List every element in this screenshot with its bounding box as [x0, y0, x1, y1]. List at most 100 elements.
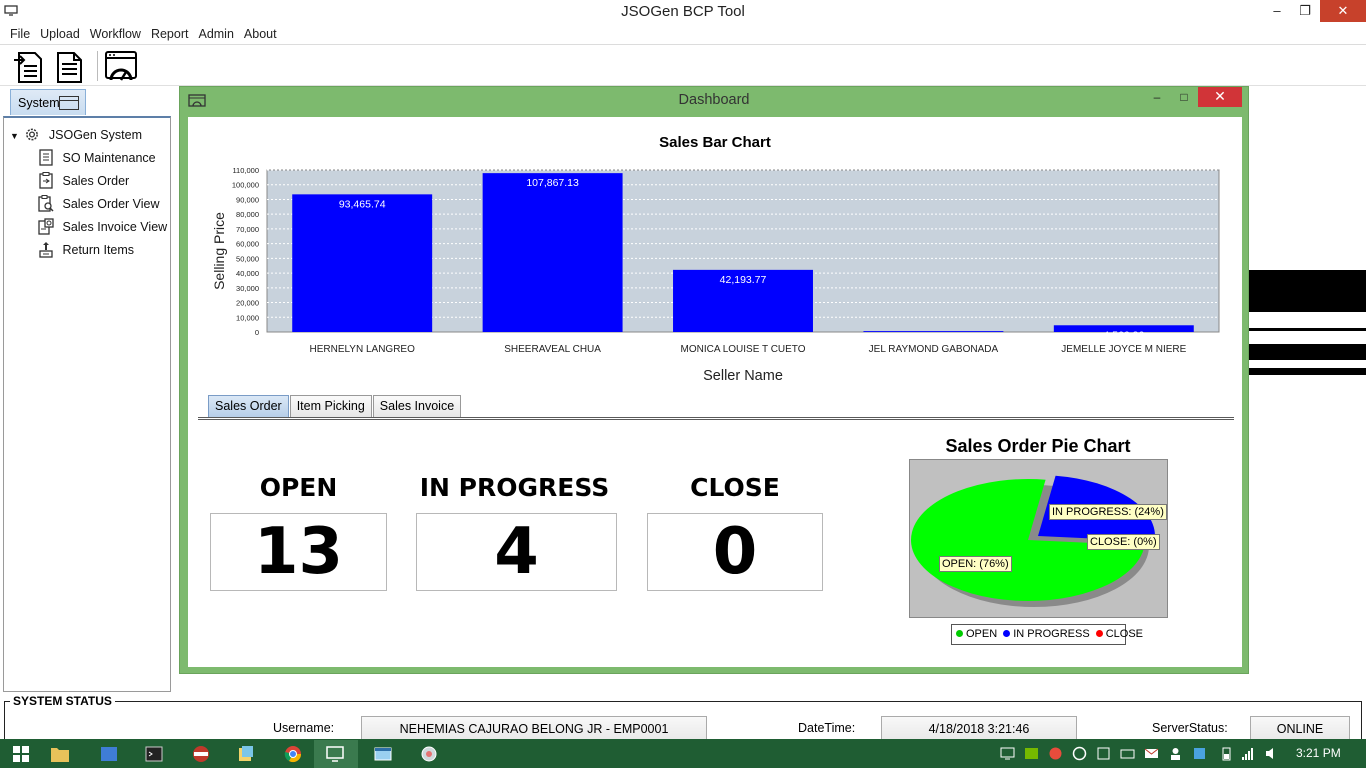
tray-display-icon[interactable] [1000, 746, 1015, 761]
y-tick-label: 100,000 [232, 181, 259, 190]
tray-network-app-icon[interactable] [1192, 746, 1207, 761]
volume-icon[interactable] [1264, 746, 1279, 761]
import-document-icon[interactable] [13, 50, 47, 84]
taskbar-app-round[interactable] [180, 740, 224, 768]
taskbar-app-blue[interactable] [88, 740, 132, 768]
maximize-button[interactable]: ❐ [1290, 0, 1320, 22]
pie-label-in-progress: IN PROGRESS: (24%) [1049, 504, 1167, 520]
y-tick-label: 60,000 [236, 240, 259, 249]
toolbar-separator [97, 51, 98, 81]
close-label: CLOSE [690, 473, 780, 502]
y-tick-label: 30,000 [236, 284, 259, 293]
y-tick-label: 10,000 [236, 313, 259, 322]
menu-file[interactable]: File [5, 25, 35, 44]
sidebar-item-label: Sales Order [62, 174, 130, 188]
open-count: 13 [210, 513, 387, 591]
tree-root-jsogen-system[interactable]: ▼ JSOGen System [10, 126, 142, 143]
y-tick-label: 110,000 [232, 166, 259, 175]
open-label: OPEN [259, 473, 338, 502]
dashboard-minimize-button[interactable]: – [1147, 90, 1167, 106]
legend-open: OPEN [966, 628, 998, 640]
taskbar-clock[interactable]: 3:21 PM [1296, 746, 1341, 760]
taskbar-app-window[interactable] [362, 740, 406, 768]
tray-user-icon[interactable] [1168, 746, 1183, 761]
y-axis-label: Selling Price [211, 212, 227, 290]
legend-swatch-in-progress [1003, 630, 1011, 637]
dashboard-close-button[interactable]: ✕ [1198, 87, 1242, 107]
tray-app-icon[interactable] [1048, 746, 1063, 761]
menu-about[interactable]: About [239, 25, 282, 44]
bar-data-label: 42,193.77 [720, 274, 767, 286]
sidebar-item-return-items[interactable]: Return Items [38, 241, 134, 258]
tree-expand-icon[interactable]: ▼ [10, 131, 19, 141]
menu-workflow[interactable]: Workflow [85, 25, 146, 44]
menu-upload[interactable]: Upload [35, 25, 85, 44]
tab-item-picking[interactable]: Item Picking [289, 395, 372, 418]
system-tree: ▼ JSOGen System SO Maintenance Sales Ord… [3, 116, 171, 692]
dashboard-content: Sales Bar Chart 0 10,000 20,000 30,000 40,00… [188, 117, 1242, 667]
bar-1 [482, 173, 623, 332]
tab-sales-order[interactable]: Sales Order [208, 395, 289, 418]
background-stripe [1249, 328, 1366, 331]
y-tick-label: 90,000 [236, 195, 259, 204]
y-tick-label: 50,000 [236, 254, 259, 263]
menu-bar: File Upload Workflow Report Admin About [0, 25, 1366, 45]
tray-tools-icon[interactable] [1096, 746, 1111, 761]
menu-admin[interactable]: Admin [193, 25, 238, 44]
dashboard-gauge-icon[interactable] [104, 50, 138, 84]
tab-divider [198, 417, 1234, 420]
tray-keyboard-icon[interactable] [1120, 746, 1135, 761]
bar-0 [292, 194, 433, 332]
windows-logo-icon [13, 746, 29, 762]
tab-sales-invoice[interactable]: Sales Invoice [372, 395, 462, 418]
document-list-icon [39, 149, 53, 166]
taskbar-chrome[interactable] [272, 740, 316, 768]
return-items-icon [39, 242, 53, 258]
legend-close: CLOSE [1105, 628, 1144, 640]
sidebar-item-sales-order[interactable]: Sales Order [38, 172, 129, 189]
sidebar-item-sales-invoice-view[interactable]: Sales Invoice View [38, 218, 167, 235]
y-tick-label: 20,000 [236, 299, 259, 308]
in-progress-count: 4 [416, 513, 617, 591]
bar-data-label: 93,465.74 [339, 198, 386, 210]
terminal-icon [145, 746, 163, 762]
taskbar-app-tool[interactable] [408, 740, 452, 768]
username-label: Username: [273, 721, 335, 735]
taskbar-terminal[interactable] [133, 740, 177, 768]
close-button[interactable]: ✕ [1320, 0, 1366, 22]
legend-in-progress: IN PROGRESS [1013, 628, 1090, 640]
sidebar-item-sales-order-view[interactable]: Sales Order View [38, 195, 160, 212]
server-status-field: ONLINE [1250, 716, 1350, 741]
tab-system[interactable]: System [10, 89, 86, 115]
x-axis-label: Seller Name [703, 368, 783, 384]
tool-app-icon [421, 746, 437, 762]
dashboard-maximize-button[interactable]: □ [1174, 90, 1194, 106]
tray-steam-icon[interactable] [1072, 746, 1087, 761]
invoice-view-icon [38, 218, 54, 235]
battery-icon[interactable] [1219, 746, 1234, 761]
sidebar-item-label: SO Maintenance [62, 151, 156, 165]
taskbar-file-explorer[interactable] [38, 740, 82, 768]
x-tick-label: HERNELYN LANGREO [309, 344, 415, 355]
status-tabs: Sales Order Item Picking Sales Invoice [208, 395, 462, 418]
minimize-button[interactable]: – [1262, 0, 1292, 22]
x-tick-label: MONICA LOUISE T CUETO [680, 344, 805, 355]
taskbar-app-files[interactable] [225, 740, 269, 768]
y-tick-label: 70,000 [236, 225, 259, 234]
app-blue-icon [101, 747, 117, 761]
taskbar-jsogen-app[interactable] [314, 740, 358, 768]
menu-report[interactable]: Report [146, 25, 194, 44]
clipboard-icon [39, 172, 53, 189]
x-tick-label: SHEERAVEAL CHUA [504, 344, 601, 355]
wifi-signal-icon[interactable] [1240, 746, 1255, 761]
legend-swatch-open [956, 630, 963, 637]
x-tick-label: JEL RAYMOND GABONADA [869, 344, 999, 355]
pie-chart-title: Sales Order Pie Chart [945, 436, 1131, 456]
sales-order-pie-chart: IN PROGRESS: (24%) CLOSE: (0%) OPEN: (76… [909, 459, 1168, 618]
tray-mail-icon[interactable] [1144, 746, 1159, 761]
chrome-icon [284, 746, 302, 763]
document-icon[interactable] [53, 50, 87, 84]
tray-nvidia-icon[interactable] [1024, 746, 1039, 761]
sales-bar-chart: Sales Bar Chart 0 10,000 20,000 30,000 40,00… [188, 117, 1242, 397]
sidebar-item-so-maintenance[interactable]: SO Maintenance [38, 149, 156, 166]
